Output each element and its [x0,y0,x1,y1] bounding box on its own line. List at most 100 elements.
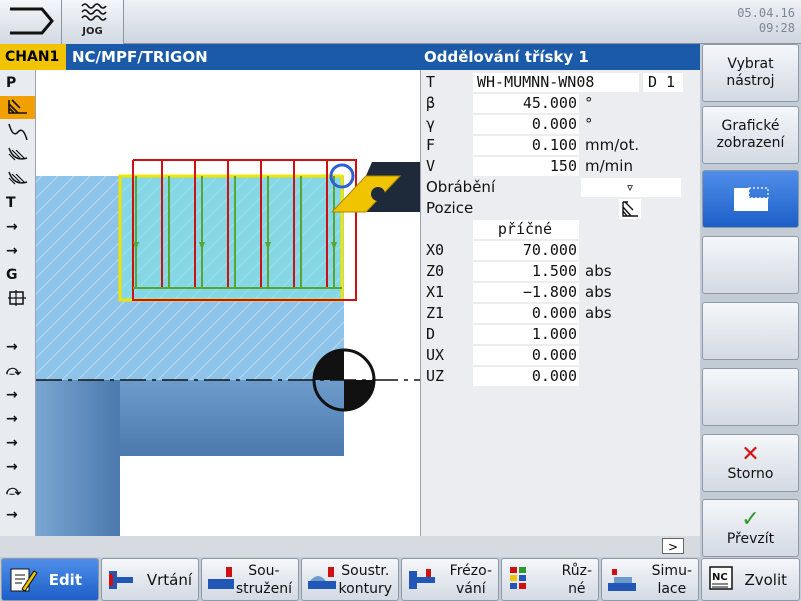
program-path: NC/MPF/TRIGON [72,48,208,66]
step-contour-3[interactable] [0,168,35,191]
position-select[interactable] [619,199,641,219]
operating-mode-indicator: JOG [62,0,124,44]
machine-area-icon [10,7,54,35]
workpiece-shaft [120,380,344,456]
milling-label: Frézo- vání [450,559,492,600]
label-gamma: γ [426,115,436,133]
simulation-button[interactable]: Simu- lace [601,558,699,601]
menu-select-button[interactable] [0,0,62,44]
arrow-right-icon: → [6,507,18,523]
x1-field[interactable]: −1.800 [473,283,579,302]
turning-label-line1: Sou- [248,562,280,579]
step-line-7[interactable]: → [0,456,35,479]
uz-field[interactable]: 0.000 [473,367,579,386]
select-tool-button[interactable]: Vybrat nástroj [702,44,799,102]
contour-turning-button[interactable]: Soustr. kontury [301,558,399,601]
label-machining: Obrábění [426,178,496,196]
softkey-empty-2[interactable] [702,302,799,360]
misc-button[interactable]: Růz- né [501,558,599,601]
label-t: T [426,73,436,91]
drilling-icon [109,571,133,589]
softkey-empty-3[interactable] [702,368,799,426]
step-line-5[interactable]: → [0,408,35,431]
step-line-3[interactable]: → [0,336,35,359]
tool-name-field[interactable]: WH-MUMNN-WN08 [473,73,639,92]
tool-edge-field[interactable]: D 1 [643,73,683,92]
step-p[interactable]: P [0,72,35,95]
cycle-title: Oddělování třísky 1 [424,48,589,66]
cancel-button[interactable]: ✕ Storno [702,434,799,492]
simulation-label-line2: lace [657,580,687,597]
unit-feed: mm/ot. [585,136,640,154]
label-beta: β [426,94,436,112]
channel-name: CHAN1 [0,44,66,70]
step-line-2[interactable]: → [0,240,35,263]
contour-icon [8,123,28,141]
unit-x1: abs [585,283,612,301]
status-line [36,536,700,557]
gamma-field[interactable]: 0.000 [473,115,579,134]
contour-removal-icon [8,147,28,161]
svg-text:NC: NC [712,572,728,583]
turning-button[interactable]: Sou- stružení [201,558,299,601]
chuck-jaw [36,380,120,536]
milling-label-line2: vání [456,580,486,597]
simulation-icon [608,569,636,591]
step-settings[interactable] [0,288,35,311]
simulation-label-line1: Simu- [651,562,692,579]
step-line-8[interactable]: → [0,504,35,527]
step-arc-2[interactable]: ⤼ [0,480,35,503]
step-t[interactable]: T [0,192,35,215]
label-x0: X0 [426,241,445,259]
z0-field[interactable]: 1.500 [473,262,579,281]
contour-turning-icon [308,567,336,589]
view-toggle-button[interactable] [702,170,799,228]
direction-select[interactable]: příčné [473,220,579,239]
graphic-view-button[interactable]: Grafické zobrazení [702,106,799,164]
simulation-label: Simu- lace [652,559,692,600]
label-z1: Z1 [426,304,445,322]
step-line-6[interactable]: → [0,432,35,455]
jog-wave-icon [81,3,107,21]
part-view-icon [733,187,769,211]
cancel-label: Storno [727,465,774,482]
feed-field[interactable]: 0.100 [473,136,579,155]
step-g[interactable]: G [0,264,35,287]
milling-button[interactable]: Frézo- vání [401,558,499,601]
unit-gamma: ° [585,115,593,133]
arrow-right-icon: → [6,387,18,403]
accept-button[interactable]: ✓ Převzít [702,499,799,557]
turning-simulation-graphic [36,159,420,536]
edit-button[interactable]: Edit [1,558,99,601]
misc-label-line2: né [568,580,586,597]
arc-arrow-icon: ⤼ [6,363,21,379]
z1-field[interactable]: 0.000 [473,304,579,323]
drilling-label: Vrtání [146,570,192,589]
ux-field[interactable]: 0.000 [473,346,579,365]
select-button[interactable]: NC Zvolit [701,558,800,601]
label-position: Pozice [426,199,474,217]
more-button[interactable]: > [662,538,684,554]
cycle-help-graphic [36,70,420,536]
turning-label-line2: stružení [235,580,292,597]
settings-frame-icon [8,290,26,306]
program-step-strip: P T → → G → ⤼ → → → → ⤼ → [0,70,36,536]
speed-field[interactable]: 150 [473,157,579,176]
softkey-empty-1[interactable] [702,236,799,294]
x0-field[interactable]: 70.000 [473,241,579,260]
step-arc-1[interactable]: ⤼ [0,360,35,383]
step-contour-1[interactable] [0,120,35,143]
contour-removal-icon [8,171,28,185]
time-text: 09:28 [758,21,795,35]
depth-field[interactable]: 1.000 [473,325,579,344]
step-stock-removal-active[interactable] [0,96,35,119]
step-line-4[interactable]: → [0,384,35,407]
milling-label-line1: Frézo- [449,562,492,579]
step-contour-2[interactable] [0,144,35,167]
contour-label-line1: Soustr. [341,562,390,579]
label-speed: V [426,157,436,175]
drilling-button[interactable]: Vrtání [101,558,199,601]
beta-field[interactable]: 45.000 [473,94,579,113]
step-line-1[interactable]: → [0,216,35,239]
machining-select[interactable]: ▿ [581,178,681,197]
